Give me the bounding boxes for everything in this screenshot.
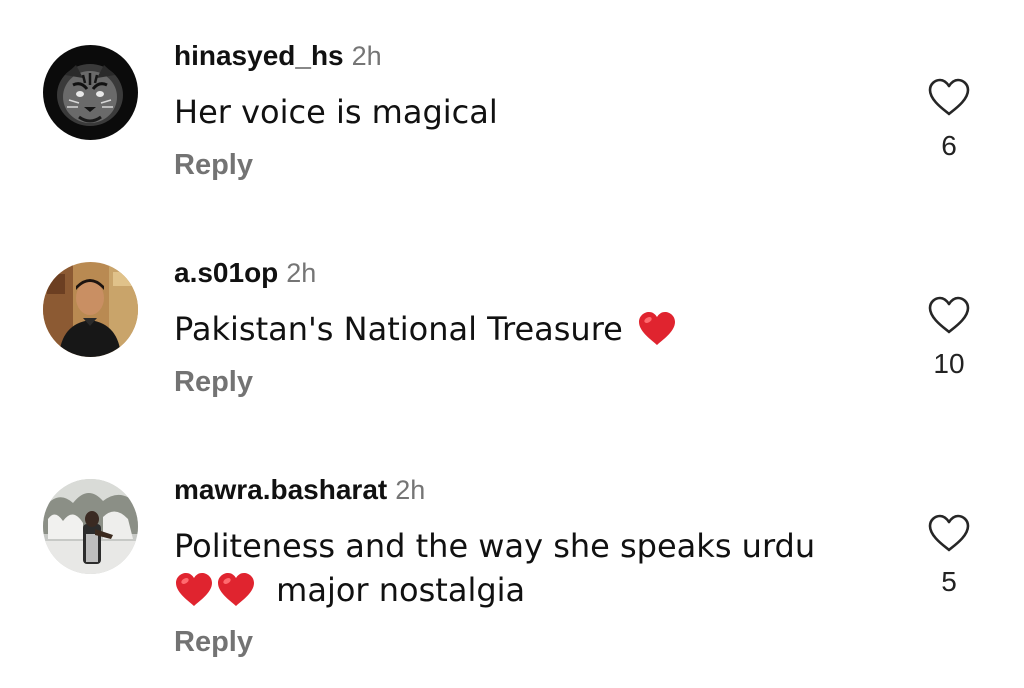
comment-text-line1: Politeness and the way she speaks urdu xyxy=(174,527,816,565)
timestamp: 2h xyxy=(395,475,426,505)
avatar[interactable] xyxy=(43,45,138,140)
heart-outline-icon[interactable] xyxy=(926,294,972,336)
avatar[interactable] xyxy=(43,262,138,357)
username[interactable]: a.s01op xyxy=(174,257,278,288)
snow-scene-avatar-image xyxy=(43,479,138,574)
reply-button[interactable]: Reply xyxy=(174,149,253,182)
comment-text: Her voice is magical xyxy=(174,90,498,134)
timestamp: 2h xyxy=(351,41,382,71)
red-heart-emoji-icon xyxy=(176,573,212,606)
red-heart-emoji-icon xyxy=(218,573,254,606)
comment-text-line2: major nostalgia xyxy=(276,571,526,609)
reply-button[interactable]: Reply xyxy=(174,626,253,659)
comment-text: major nostalgia xyxy=(174,568,525,612)
timestamp: 2h xyxy=(286,258,317,288)
heart-outline-icon[interactable] xyxy=(926,76,972,118)
like-control: 10 xyxy=(926,294,972,380)
tiger-avatar-image xyxy=(43,45,138,140)
like-count: 10 xyxy=(933,348,965,379)
comment-text-content: Her voice is magical xyxy=(174,93,498,131)
username[interactable]: hinasyed_hs xyxy=(174,40,344,71)
reply-button[interactable]: Reply xyxy=(174,366,253,399)
comment-text: Pakistan's National Treasure xyxy=(174,307,677,351)
comment-meta: hinasyed_hs 2h xyxy=(174,40,382,72)
like-count: 5 xyxy=(941,566,957,597)
red-heart-emoji-icon xyxy=(639,312,676,345)
like-control: 5 xyxy=(926,512,972,598)
comment-meta: a.s01op 2h xyxy=(174,257,316,289)
person-avatar-image xyxy=(43,262,138,357)
comment-text-content: Pakistan's National Treasure xyxy=(174,310,623,348)
avatar[interactable] xyxy=(43,479,138,574)
comment-meta: mawra.basharat 2h xyxy=(174,474,425,506)
like-control: 6 xyxy=(926,76,972,162)
heart-outline-icon[interactable] xyxy=(926,512,972,554)
username[interactable]: mawra.basharat xyxy=(174,474,387,505)
like-count: 6 xyxy=(941,130,957,161)
comment-text: Politeness and the way she speaks urdu xyxy=(174,524,815,568)
